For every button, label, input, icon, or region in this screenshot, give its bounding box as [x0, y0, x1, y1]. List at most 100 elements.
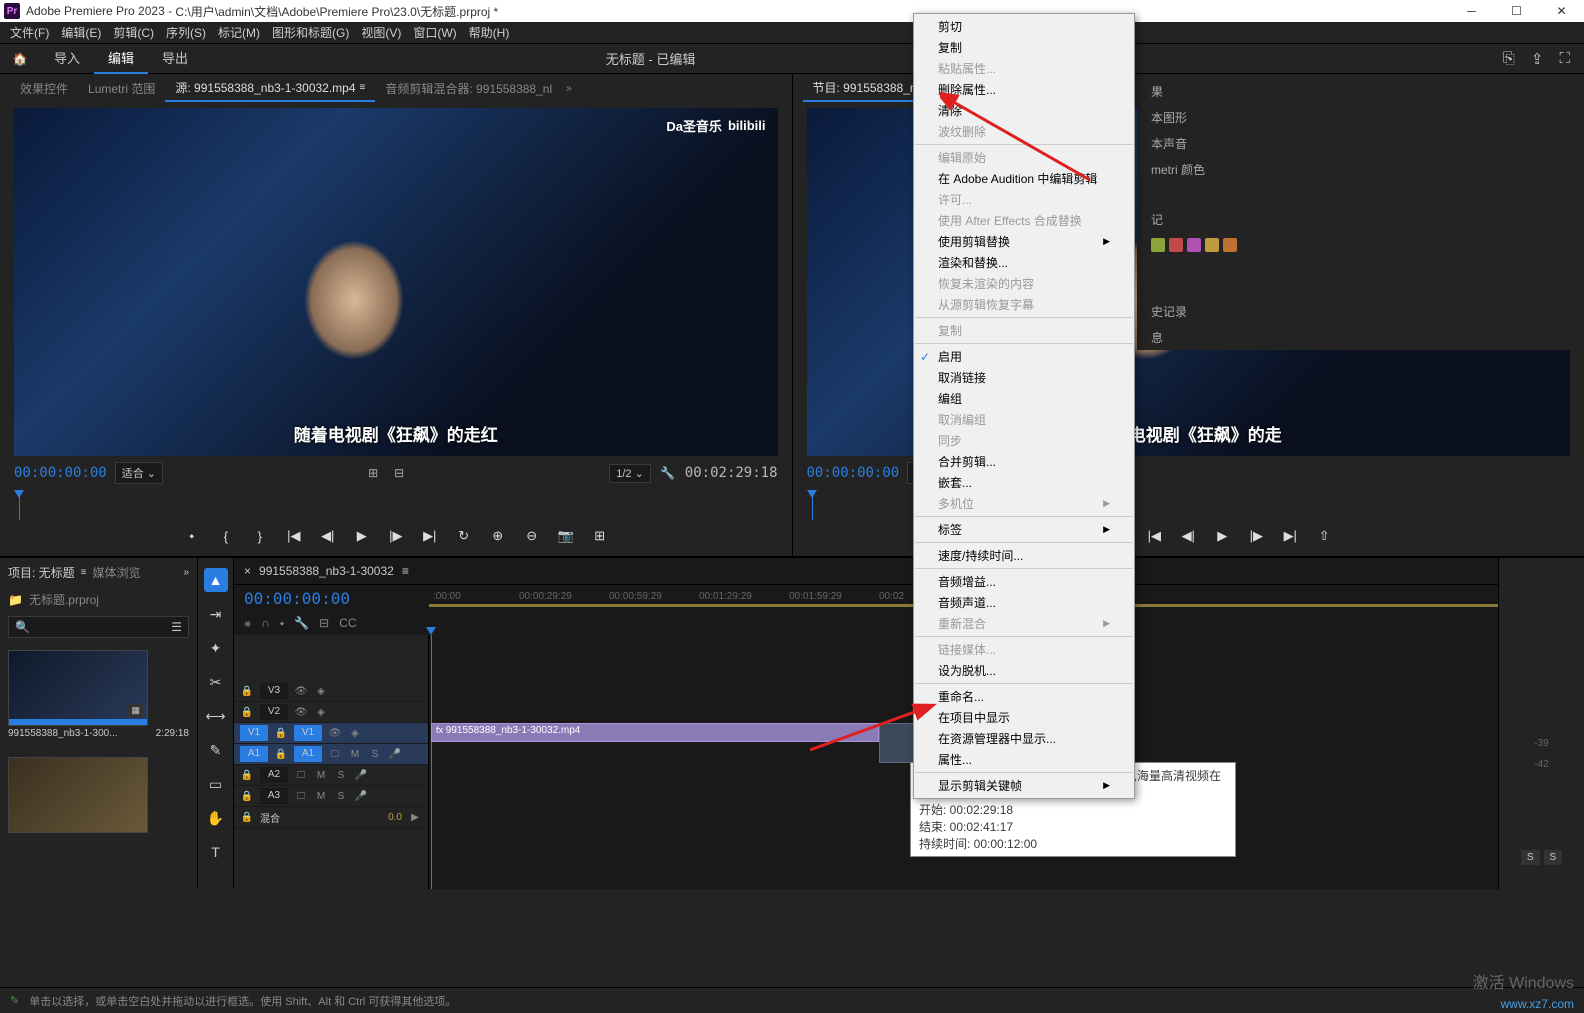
- maximize-button[interactable]: ☐: [1494, 0, 1539, 22]
- share-icon[interactable]: ⇪: [1531, 50, 1544, 68]
- context-menu-item[interactable]: 属性...: [914, 749, 1134, 770]
- more-tabs2-icon[interactable]: »: [183, 567, 189, 578]
- hand-tool[interactable]: ✋: [204, 806, 228, 830]
- context-menu-item[interactable]: 音频声道...: [914, 592, 1134, 613]
- btn-editor-icon[interactable]: ⊞: [590, 526, 610, 546]
- chip-green[interactable]: [1151, 238, 1165, 252]
- src-overwrite-icon[interactable]: ⊟: [390, 464, 408, 482]
- close-button[interactable]: ✕: [1539, 0, 1584, 22]
- context-menu-item[interactable]: 设为脱机...: [914, 660, 1134, 681]
- tab-source[interactable]: 源: 991558388_nb3-1-30032.mp4≡: [165, 75, 375, 102]
- mark-icon[interactable]: }: [250, 526, 270, 546]
- context-menu-item[interactable]: 清除: [914, 100, 1134, 121]
- menu-clip[interactable]: 剪辑(C): [107, 24, 160, 41]
- context-menu-item[interactable]: 删除属性...: [914, 79, 1134, 100]
- tab-lumetri[interactable]: Lumetri 范围: [78, 76, 165, 101]
- rp-markers[interactable]: 记: [1137, 206, 1584, 232]
- loop-icon[interactable]: ↻: [454, 526, 474, 546]
- marker-icon[interactable]: ⬩: [280, 616, 284, 631]
- project-tab[interactable]: 项目: 无标题: [8, 564, 75, 581]
- menu-mark[interactable]: 标记(M): [212, 24, 266, 41]
- settings-icon[interactable]: 🔧: [659, 464, 677, 482]
- bin-item-2[interactable]: [8, 757, 148, 833]
- menu-view[interactable]: 视图(V): [355, 24, 407, 41]
- quick-export-icon[interactable]: ⎘: [1503, 50, 1515, 68]
- selection-tool[interactable]: ▲: [204, 568, 228, 592]
- source-scale[interactable]: 1/2 ⌄: [609, 464, 651, 483]
- context-menu-item[interactable]: 在资源管理器中显示...: [914, 728, 1134, 749]
- timeline-tc[interactable]: 00:00:00:00: [234, 585, 429, 612]
- ws-tab-edit[interactable]: 编辑: [94, 44, 148, 74]
- track-a3[interactable]: A3: [260, 788, 288, 804]
- goto-out-icon[interactable]: ▶|: [420, 526, 440, 546]
- chip-orange[interactable]: [1205, 238, 1219, 252]
- goto-in-icon[interactable]: |◀: [284, 526, 304, 546]
- minimize-button[interactable]: ─: [1449, 0, 1494, 22]
- src-insert-icon[interactable]: ⊞: [364, 464, 382, 482]
- context-menu-item[interactable]: ✓启用: [914, 346, 1134, 367]
- ws-tab-import[interactable]: 导入: [40, 44, 94, 74]
- bin-item-1[interactable]: ▦: [8, 650, 148, 726]
- track-v3[interactable]: V3: [260, 683, 288, 699]
- rp-info[interactable]: 息: [1137, 324, 1584, 350]
- rect-tool[interactable]: ▭: [204, 772, 228, 796]
- chip-purple[interactable]: [1187, 238, 1201, 252]
- media-browser-tab[interactable]: 媒体浏览: [93, 564, 141, 581]
- snap-icon[interactable]: ⚹: [244, 616, 251, 631]
- pg-lift-icon[interactable]: ⇧: [1314, 526, 1334, 546]
- source-fit[interactable]: 适合 ⌄: [115, 462, 163, 484]
- pen-tool[interactable]: ✎: [204, 738, 228, 762]
- wrench-icon[interactable]: 🔧: [294, 616, 309, 631]
- solo-button[interactable]: S: [1521, 850, 1540, 865]
- tab-effect-controls[interactable]: 效果控件: [10, 76, 78, 101]
- context-menu-item[interactable]: 重命名...: [914, 686, 1134, 707]
- track-v2[interactable]: V2: [260, 704, 288, 720]
- rp-effects[interactable]: 果: [1137, 78, 1584, 104]
- razor-tool[interactable]: ✂: [204, 670, 228, 694]
- context-menu-item[interactable]: 取消链接: [914, 367, 1134, 388]
- step-back-icon[interactable]: ◀|: [318, 526, 338, 546]
- mark-out-icon[interactable]: {: [216, 526, 236, 546]
- menu-window[interactable]: 窗口(W): [407, 24, 462, 41]
- solo-button-2[interactable]: S: [1544, 850, 1563, 865]
- source-tc-in[interactable]: 00:00:00:00: [14, 465, 107, 481]
- more-tabs-icon[interactable]: »: [566, 83, 572, 94]
- filter-icon[interactable]: ☰: [171, 620, 182, 634]
- eye-icon[interactable]: 👁: [294, 686, 308, 697]
- context-menu-item[interactable]: 编组: [914, 388, 1134, 409]
- context-menu-item[interactable]: 合并剪辑...: [914, 451, 1134, 472]
- color-picker-icon[interactable]: ✎: [10, 994, 19, 1007]
- rp-essential-sound[interactable]: 本声音: [1137, 130, 1584, 156]
- tab-audio-mixer[interactable]: 音频剪辑混合器: 991558388_nl: [375, 76, 562, 101]
- context-menu-item[interactable]: 速度/持续时间...: [914, 545, 1134, 566]
- play-icon[interactable]: ▶: [352, 526, 372, 546]
- pg-step-back-icon[interactable]: ◀|: [1178, 526, 1198, 546]
- lock-icon[interactable]: 🔒: [240, 686, 254, 697]
- mark-in-icon[interactable]: ⬩: [182, 526, 202, 546]
- link-icon[interactable]: ∩: [261, 616, 270, 631]
- pg-goto-out-icon[interactable]: ▶|: [1280, 526, 1300, 546]
- context-menu-item[interactable]: 使用剪辑替换▶: [914, 231, 1134, 252]
- rp-history[interactable]: 史记录: [1137, 298, 1584, 324]
- program-tc-in[interactable]: 00:00:00:00: [807, 465, 900, 481]
- home-button[interactable]: 🏠: [0, 52, 40, 66]
- slip-tool[interactable]: ⟷: [204, 704, 228, 728]
- menu-edit[interactable]: 编辑(E): [55, 24, 107, 41]
- clip-video-1[interactable]: fx 991558388_nb3-1-30032.mp4: [431, 723, 879, 742]
- chip-red[interactable]: [1169, 238, 1183, 252]
- menu-graphics[interactable]: 图形和标题(G): [266, 24, 355, 41]
- rp-lumetri-color[interactable]: metri 颜色: [1137, 156, 1584, 182]
- insert-icon[interactable]: ⊕: [488, 526, 508, 546]
- menu-sequence[interactable]: 序列(S): [160, 24, 212, 41]
- fullscreen-icon[interactable]: ⛶: [1559, 50, 1570, 68]
- pg-step-fwd-icon[interactable]: |▶: [1246, 526, 1266, 546]
- track-a1[interactable]: A1: [294, 746, 322, 762]
- step-fwd-icon[interactable]: |▶: [386, 526, 406, 546]
- project-search[interactable]: 🔍 ☰: [8, 616, 189, 638]
- context-menu-item[interactable]: 标签▶: [914, 519, 1134, 540]
- cc-icon[interactable]: CC: [339, 616, 356, 631]
- type-tool[interactable]: T: [204, 840, 228, 864]
- ripple-tool[interactable]: ✦: [204, 636, 228, 660]
- context-menu-item[interactable]: 音频增益...: [914, 571, 1134, 592]
- context-menu-item[interactable]: 渲染和替换...: [914, 252, 1134, 273]
